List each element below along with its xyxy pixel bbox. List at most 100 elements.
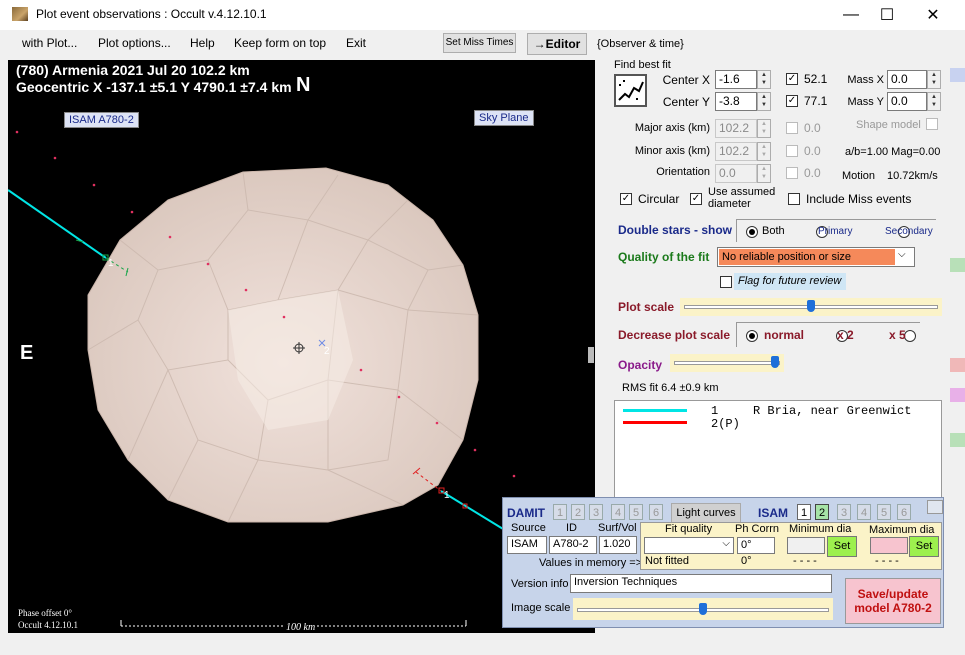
- save-update-model-button[interactable]: Save/update model A780-2: [845, 578, 941, 624]
- editor-button[interactable]: →Editor: [527, 33, 587, 55]
- center-y-checkbox[interactable]: ✓: [786, 95, 798, 107]
- damit-model-1[interactable]: 1: [553, 504, 567, 520]
- damit-model-4[interactable]: 4: [611, 504, 625, 520]
- id-header: ID: [566, 522, 577, 534]
- include-miss-checkbox[interactable]: [788, 193, 800, 205]
- plot-scale-slider[interactable]: [680, 298, 942, 316]
- isam-model-6[interactable]: 6: [897, 504, 911, 520]
- light-curves-button[interactable]: Light curves: [671, 503, 741, 523]
- isam-model-4[interactable]: 4: [857, 504, 871, 520]
- menu-plot-options[interactable]: Plot options...: [98, 36, 171, 50]
- menu-help[interactable]: Help: [190, 36, 215, 50]
- orientation-spinner[interactable]: ▲ ▼: [757, 164, 771, 183]
- decrease-scale-title: Decrease plot scale: [618, 328, 731, 342]
- primary-label: Primary: [818, 226, 853, 237]
- menu-exit[interactable]: Exit: [346, 36, 366, 50]
- quality-dropdown[interactable]: No reliable position or size ⌵: [717, 247, 915, 267]
- mass-x-spinner[interactable]: ▲ ▼: [927, 70, 941, 89]
- scale-bar-label: 100 km: [284, 622, 318, 633]
- plot-scale-thumb[interactable]: [807, 300, 815, 312]
- use-assumed-label: Use assumed diameter: [708, 186, 776, 210]
- circular-checkbox[interactable]: ✓: [620, 193, 632, 205]
- legend-row-1-num: 1: [711, 404, 719, 418]
- damit-model-3[interactable]: 3: [589, 504, 603, 520]
- quality-value: No reliable position or size: [719, 249, 895, 265]
- opacity-thumb[interactable]: [770, 356, 779, 368]
- menu-with-plot[interactable]: with Plot...: [22, 36, 77, 50]
- max-dia-set-button[interactable]: Set: [909, 536, 939, 557]
- shape-model-checkbox[interactable]: [926, 118, 938, 130]
- close-button[interactable]: ✕: [910, 0, 956, 30]
- minor-axis-checkbox[interactable]: [786, 145, 798, 157]
- use-assumed-checkbox[interactable]: ✓: [690, 193, 702, 205]
- center-x-checkbox[interactable]: ✓: [786, 73, 798, 85]
- plot-version: Occult 4.12.10.1: [18, 620, 78, 630]
- find-best-fit-button[interactable]: [614, 74, 647, 107]
- minor-axis-label: Minor axis (km): [634, 145, 710, 157]
- menu-keep-on-top[interactable]: Keep form on top: [234, 36, 326, 50]
- normal-label: normal: [764, 328, 805, 342]
- collapse-box[interactable]: [927, 500, 943, 514]
- image-scale-slider[interactable]: [573, 598, 833, 620]
- mass-y-spinner[interactable]: ▲ ▼: [927, 92, 941, 111]
- chevron-down-icon: ⌵: [722, 538, 730, 549]
- flag-review-checkbox[interactable]: [720, 276, 732, 288]
- minor-axis-spinner[interactable]: ▲ ▼: [757, 142, 771, 161]
- mass-y-input[interactable]: 0.0: [887, 92, 927, 111]
- both-radio[interactable]: [746, 226, 758, 238]
- damit-model-2[interactable]: 2: [571, 504, 585, 520]
- orientation-input[interactable]: 0.0: [715, 164, 757, 183]
- find-best-fit-label: Find best fit: [614, 59, 671, 71]
- major-axis-check-value: 0.0: [804, 121, 821, 135]
- orientation-checkbox[interactable]: [786, 167, 798, 179]
- sky-plane-label: Sky Plane: [474, 110, 534, 126]
- model-label: ISAM A780-2: [64, 112, 139, 128]
- mass-y-label: Mass Y: [847, 96, 884, 108]
- version-info-value: Inversion Techniques: [570, 574, 832, 593]
- fit-memory-box: Fit quality Ph Corrn Minimum dia Maximum…: [640, 522, 942, 570]
- double-stars-title: Double stars - show: [618, 223, 733, 237]
- normal-radio[interactable]: [746, 330, 758, 342]
- major-axis-input[interactable]: 102.2: [715, 119, 757, 138]
- max-dia-input[interactable]: [870, 537, 908, 554]
- plot-scale-title: Plot scale: [618, 300, 675, 314]
- east-label: E: [20, 342, 34, 364]
- isam-model-3[interactable]: 3: [837, 504, 851, 520]
- center-x-spinner[interactable]: ▲ ▼: [757, 70, 771, 89]
- legend-row-2: 2(P): [711, 417, 740, 431]
- ph-corr-input[interactable]: 0°: [737, 537, 775, 554]
- double-stars-group: Both Primary Secondary: [736, 219, 936, 242]
- isam-model-5[interactable]: 5: [877, 504, 891, 520]
- center-y-input[interactable]: -3.8: [715, 92, 757, 111]
- set-miss-times-button[interactable]: Set Miss Times: [443, 33, 516, 53]
- motion-value: 10.72km/s: [887, 170, 938, 182]
- min-dia-input[interactable]: [787, 537, 825, 554]
- major-axis-checkbox[interactable]: [786, 122, 798, 134]
- opacity-slider[interactable]: [670, 354, 784, 372]
- image-scale-thumb[interactable]: [699, 603, 707, 615]
- isam-title: ISAM: [758, 506, 788, 520]
- damit-model-5[interactable]: 5: [629, 504, 643, 520]
- minor-axis-input[interactable]: 102.2: [715, 142, 757, 161]
- isam-model-1[interactable]: 1: [797, 504, 811, 520]
- center-y-spinner[interactable]: ▲ ▼: [757, 92, 771, 111]
- max-dia-header: Maximum dia: [869, 524, 935, 536]
- min-dia-set-button[interactable]: Set: [827, 536, 857, 557]
- app-icon: [12, 7, 28, 21]
- ph-corr-header: Ph Corrn: [735, 523, 780, 535]
- fit-quality-select[interactable]: ⌵: [644, 537, 734, 554]
- chevron-down-icon: ⌵: [898, 249, 906, 260]
- maximize-button[interactable]: ☐: [864, 0, 910, 30]
- geocentric-position: Geocentric X -137.1 ±5.1 Y 4790.1 ±7.4 k…: [16, 79, 292, 95]
- surf-vol-value: 1.020: [599, 536, 637, 554]
- damit-title: DAMIT: [507, 506, 545, 520]
- max-dia-memory: - - - -: [875, 555, 899, 567]
- mass-x-input[interactable]: 0.0: [887, 70, 927, 89]
- major-axis-spinner[interactable]: ▲ ▼: [757, 119, 771, 138]
- center-x-input[interactable]: -1.6: [715, 70, 757, 89]
- splitter-handle[interactable]: [588, 347, 594, 363]
- isam-model-2[interactable]: 2: [815, 504, 829, 520]
- damit-model-6[interactable]: 6: [649, 504, 663, 520]
- both-label: Both: [762, 225, 785, 237]
- major-axis-label: Major axis (km): [634, 122, 710, 134]
